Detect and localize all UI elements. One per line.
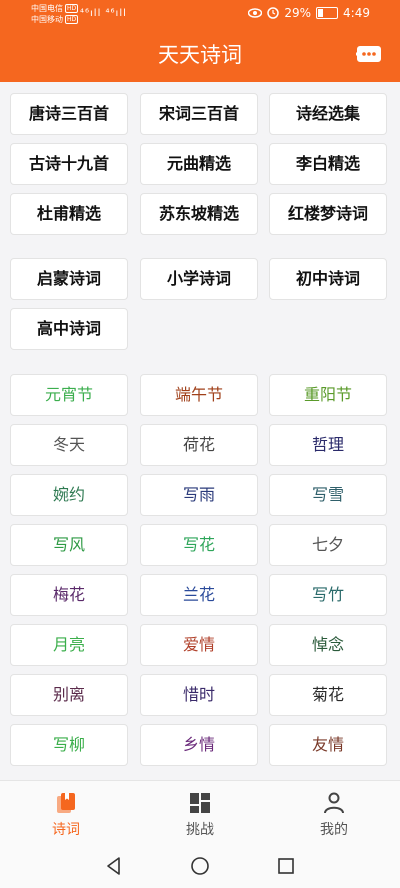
eye-icon xyxy=(248,8,263,18)
collection-button[interactable]: 红楼梦诗词 xyxy=(269,193,387,235)
topic-button[interactable]: 写竹 xyxy=(269,574,387,616)
topic-button[interactable]: 菊花 xyxy=(269,674,387,716)
page-title: 天天诗词 xyxy=(158,43,242,67)
nav-profile-label: 我的 xyxy=(320,822,348,838)
clock: 4:49 xyxy=(343,6,370,20)
topic-button[interactable]: 元宵节 xyxy=(10,374,128,416)
topic-button[interactable]: 写风 xyxy=(10,524,128,566)
battery-percent: 29% xyxy=(284,6,312,20)
topic-button[interactable]: 婉约 xyxy=(10,474,128,516)
topic-button[interactable]: 月亮 xyxy=(10,624,128,666)
hd-badge-2: HD xyxy=(65,15,79,24)
carrier-2: 中国移动 xyxy=(31,15,63,24)
topic-button[interactable]: 写雪 xyxy=(269,474,387,516)
nav-profile[interactable]: 我的 xyxy=(294,791,374,839)
alarm-icon xyxy=(267,7,280,19)
topic-button[interactable]: 写柳 xyxy=(10,724,128,766)
signal-icon: ⁴⁶ıll ⁴⁶ıll xyxy=(80,8,127,19)
battery-icon xyxy=(316,7,339,19)
collection-button[interactable]: 唐诗三百首 xyxy=(10,93,128,135)
collection-button[interactable]: 宋词三百首 xyxy=(140,93,258,135)
more-icon[interactable] xyxy=(356,44,382,64)
system-nav-bar xyxy=(0,848,400,888)
topic-button[interactable]: 荷花 xyxy=(140,424,258,466)
collection-button[interactable]: 苏东坡精选 xyxy=(140,193,258,235)
collection-button[interactable]: 李白精选 xyxy=(269,143,387,185)
topic-button[interactable]: 乡情 xyxy=(140,724,258,766)
topic-button[interactable]: 惜时 xyxy=(140,674,258,716)
carrier-1: 中国电信 xyxy=(31,4,63,13)
topic-button[interactable]: 兰花 xyxy=(140,574,258,616)
topic-button[interactable]: 端午节 xyxy=(140,374,258,416)
nav-challenge[interactable]: 挑战 xyxy=(160,791,240,839)
school-level-button[interactable]: 启蒙诗词 xyxy=(10,258,128,300)
nav-poems[interactable]: 诗词 xyxy=(26,791,106,839)
topic-button[interactable]: 写花 xyxy=(140,524,258,566)
collection-button[interactable]: 诗经选集 xyxy=(269,93,387,135)
school-level-button[interactable]: 初中诗词 xyxy=(269,258,387,300)
grid-icon xyxy=(190,793,210,813)
hd-badge: HD xyxy=(65,4,79,13)
topic-button[interactable]: 友情 xyxy=(269,724,387,766)
topic-button[interactable]: 哲理 xyxy=(269,424,387,466)
collection-button[interactable]: 杜甫精选 xyxy=(10,193,128,235)
collection-button[interactable]: 古诗十九首 xyxy=(10,143,128,185)
topic-button[interactable]: 写雨 xyxy=(140,474,258,516)
carrier-info: 中国电信 HD 中国移动 HD xyxy=(31,3,79,25)
status-right: 29% 4:49 xyxy=(248,6,370,20)
app-header: 中国电信 HD 中国移动 HD ⁴⁶ıll ⁴⁶ıll 29% 4:49 天天诗词 xyxy=(0,0,400,82)
collection-button[interactable]: 元曲精选 xyxy=(140,143,258,185)
person-icon xyxy=(324,792,344,814)
topic-button[interactable]: 重阳节 xyxy=(269,374,387,416)
nav-challenge-label: 挑战 xyxy=(186,822,214,838)
topic-button[interactable]: 梅花 xyxy=(10,574,128,616)
topic-button[interactable]: 七夕 xyxy=(269,524,387,566)
topic-button[interactable]: 冬天 xyxy=(10,424,128,466)
back-icon[interactable] xyxy=(104,856,124,876)
bottom-nav: 诗词 挑战 我的 xyxy=(0,780,400,849)
school-level-button[interactable]: 小学诗词 xyxy=(140,258,258,300)
status-bar: 中国电信 HD 中国移动 HD ⁴⁶ıll ⁴⁶ıll 29% 4:49 xyxy=(0,0,400,28)
topic-button[interactable]: 别离 xyxy=(10,674,128,716)
home-icon[interactable] xyxy=(190,856,210,876)
topic-button[interactable]: 爱情 xyxy=(140,624,258,666)
nav-poems-label: 诗词 xyxy=(52,822,80,838)
book-icon xyxy=(57,793,75,813)
school-level-button[interactable]: 高中诗词 xyxy=(10,308,128,350)
recents-icon[interactable] xyxy=(276,856,296,876)
topic-button[interactable]: 悼念 xyxy=(269,624,387,666)
